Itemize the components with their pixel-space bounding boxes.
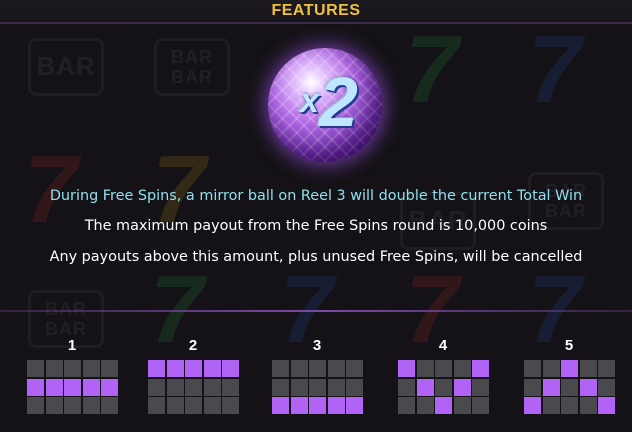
double-bar-symbol: BAR BAR	[154, 38, 230, 96]
payline-cell-active	[524, 397, 541, 414]
payline-cell	[398, 378, 415, 396]
payline-cell-active	[309, 397, 326, 414]
payline-cell	[82, 360, 100, 377]
payline-cell-active	[327, 397, 345, 414]
payline-cell-active	[561, 360, 578, 377]
payline-grid	[27, 360, 118, 414]
payline-cell	[579, 397, 597, 414]
payline-cell	[27, 360, 44, 377]
payline-cell-active	[203, 360, 221, 377]
payline-cell-active	[598, 397, 615, 414]
payline-cell	[435, 378, 452, 396]
bar-symbol: BAR	[28, 38, 104, 96]
payline-number: 4	[438, 337, 448, 354]
payline-cell	[524, 378, 541, 396]
payline-cell	[185, 397, 202, 414]
payline-cell	[561, 397, 578, 414]
page-title: FEATURES	[271, 2, 361, 19]
payline-cell-active	[64, 378, 81, 396]
payline-cell	[327, 360, 345, 377]
section-divider	[0, 310, 632, 312]
payline-cell	[579, 360, 597, 377]
multiplier-x: x	[300, 82, 319, 120]
payline-cell	[148, 397, 165, 414]
payline-cell-active	[148, 360, 165, 377]
payline-cell-active	[166, 360, 184, 377]
payline-cell	[309, 360, 326, 377]
payline-cell	[45, 397, 63, 414]
payline-cell-active	[45, 378, 63, 396]
seven-symbol: 7	[528, 22, 582, 123]
payline-cell	[472, 397, 489, 414]
payline-cell-active	[453, 378, 471, 396]
multiplier-label: x2	[274, 62, 384, 142]
payline-cell	[346, 360, 363, 377]
payline-cell-active	[222, 360, 239, 377]
payline-cell	[45, 360, 63, 377]
payline-cell	[542, 360, 560, 377]
payline-cell-active	[272, 397, 289, 414]
payline-cell	[472, 378, 489, 396]
feature-description-line-2: The maximum payout from the Free Spins r…	[84, 218, 548, 234]
payline-cell-active	[472, 360, 489, 377]
feature-description-line-3: Any payouts above this amount, plus unus…	[49, 249, 583, 265]
payline-cell	[542, 397, 560, 414]
payline-cell	[27, 397, 44, 414]
payline-cell	[598, 378, 615, 396]
payline-grid	[524, 360, 615, 414]
payline-cell-active	[27, 378, 44, 396]
payline-cell	[290, 378, 308, 396]
payline-cell	[222, 378, 239, 396]
payline-number: 5	[564, 337, 574, 354]
payline-number: 3	[312, 337, 322, 354]
seven-symbol: 7	[405, 22, 459, 123]
multiplier-value: 2	[318, 63, 358, 141]
payline-cell	[148, 378, 165, 396]
payline-number: 1	[67, 337, 77, 354]
payline-cell	[166, 378, 184, 396]
payline-cell	[435, 360, 452, 377]
payline-grid	[272, 360, 363, 414]
payline-cell	[203, 397, 221, 414]
payline-grid	[398, 360, 489, 414]
payline-cell	[561, 378, 578, 396]
payline-cell-active	[416, 378, 434, 396]
payline-cell	[290, 360, 308, 377]
payline-cell-active	[101, 378, 118, 396]
payline-cell	[598, 360, 615, 377]
payline-cell	[82, 397, 100, 414]
payline-cell	[398, 397, 415, 414]
payline-cell	[272, 378, 289, 396]
payline-cell	[346, 378, 363, 396]
feature-description-line-1: During Free Spins, a mirror ball on Reel…	[49, 188, 583, 204]
payline-cell	[101, 397, 118, 414]
payline-cell	[185, 378, 202, 396]
payline-cell	[524, 360, 541, 377]
payline-cell-active	[542, 378, 560, 396]
payline-cell	[203, 378, 221, 396]
payline-cell	[101, 360, 118, 377]
payline-cell	[416, 397, 434, 414]
payline-cell	[222, 397, 239, 414]
payline-grid	[148, 360, 239, 414]
payline-cell-active	[435, 397, 452, 414]
payline-cell	[272, 360, 289, 377]
payline-number: 2	[188, 337, 198, 354]
payline-cell-active	[290, 397, 308, 414]
payline-cell	[64, 360, 81, 377]
payline-cell-active	[185, 360, 202, 377]
payline-cell	[453, 397, 471, 414]
payline-cell-active	[579, 378, 597, 396]
payline-cell	[309, 378, 326, 396]
payline-cell	[416, 360, 434, 377]
payline-cell	[166, 397, 184, 414]
payline-cell	[64, 397, 81, 414]
payline-cell-active	[82, 378, 100, 396]
payline-cell-active	[346, 397, 363, 414]
payline-cell	[453, 360, 471, 377]
payline-cell-active	[398, 360, 415, 377]
payline-cell	[327, 378, 345, 396]
